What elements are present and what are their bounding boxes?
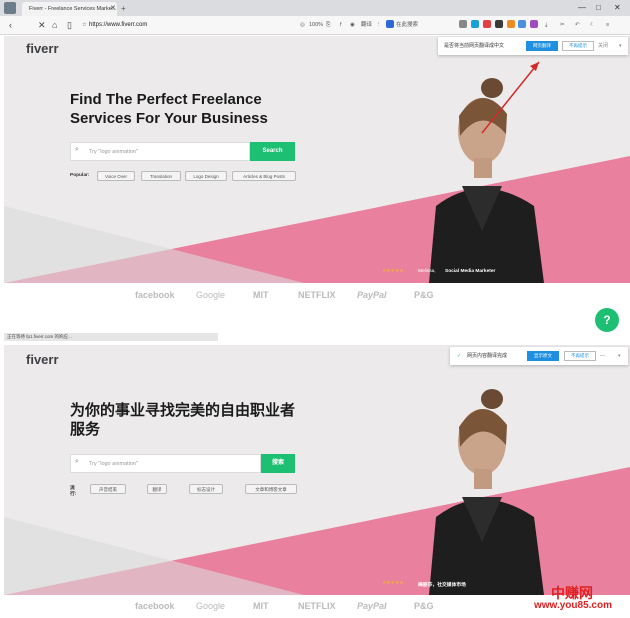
ext-translate-icon[interactable] bbox=[518, 20, 526, 28]
watermark-url: www.you85.com bbox=[534, 600, 612, 611]
translate-done-text: 网页内容翻译完成 bbox=[467, 353, 508, 359]
fiverr-logo[interactable]: fiverr bbox=[26, 352, 59, 367]
download-icon[interactable]: ⤓ bbox=[545, 19, 547, 31]
page-english: fiverr 是否将当前网页翻译成中文 网页翻译 不再提示 关闭 ▾ Find … bbox=[4, 36, 630, 283]
never-translate-button[interactable]: 不再提示 bbox=[564, 351, 596, 361]
ext-orange-icon[interactable] bbox=[507, 20, 515, 28]
translate-done-popup: ✓ 网页内容翻译完成 显示原文 不再提示 — ▾ bbox=[450, 347, 628, 365]
brand-mit: MIT bbox=[253, 290, 269, 300]
minimize-button[interactable]: — bbox=[578, 2, 586, 14]
tag-voice-over[interactable]: 声音结束 bbox=[90, 484, 126, 494]
caption-name-role: 梅丽莎，社交媒体市场 bbox=[418, 583, 466, 588]
ext-purple-icon[interactable] bbox=[530, 20, 538, 28]
brand-pg: P&G bbox=[414, 601, 434, 611]
new-tab-button[interactable]: + bbox=[121, 2, 126, 16]
dropdown-icon[interactable]: ▾ bbox=[618, 350, 621, 362]
star-icon[interactable]: ☆ bbox=[82, 19, 87, 31]
show-original-button[interactable]: 显示原文 bbox=[527, 351, 559, 361]
maximize-button[interactable]: □ bbox=[596, 2, 601, 14]
popup-close-icon[interactable]: — bbox=[600, 350, 605, 362]
brand-netflix: NETFLIX bbox=[298, 601, 336, 611]
rating-stars: ★★★★★ bbox=[382, 581, 404, 586]
toolbar-search-box[interactable]: 在此搜索 bbox=[396, 19, 418, 31]
undo-icon[interactable]: ↶ bbox=[575, 19, 580, 31]
popular-label: 流行: bbox=[70, 486, 77, 497]
ext-dark-icon[interactable] bbox=[495, 20, 503, 28]
page-chinese: fiverr ✓ 网页内容翻译完成 显示原文 不再提示 — ▾ 为你的事业寻找完… bbox=[4, 345, 630, 595]
brand-netflix: NETFLIX bbox=[298, 290, 336, 300]
extension-icon[interactable]: ⋮ bbox=[376, 19, 382, 31]
help-chat-button[interactable]: ? bbox=[595, 308, 619, 332]
hero-title-line-1: 为你的事业寻找完美的自由职业者 bbox=[70, 402, 296, 419]
search-button[interactable]: 搜索 bbox=[261, 454, 295, 473]
brand-mit: MIT bbox=[253, 601, 269, 611]
brand-google: Google bbox=[196, 601, 226, 611]
security-icon[interactable]: ◎ bbox=[300, 19, 305, 31]
night-mode-icon[interactable]: ☾ bbox=[590, 19, 595, 31]
weibo-icon[interactable]: ◉ bbox=[350, 19, 355, 31]
reader-icon[interactable]: ▯ bbox=[67, 17, 72, 33]
brand-pg: P&G bbox=[414, 290, 434, 300]
brand-google: Google bbox=[196, 290, 226, 300]
close-window-button[interactable]: ✕ bbox=[614, 2, 621, 14]
menu-icon[interactable]: ≡ bbox=[606, 19, 609, 31]
checkmark-icon: ✓ bbox=[457, 353, 462, 359]
red-arrow bbox=[481, 61, 540, 134]
browser-logo-icon bbox=[4, 2, 16, 14]
browser-tab[interactable]: Fiverr - Freelance Services Marke... bbox=[22, 2, 117, 16]
translate-toolbar-label[interactable]: 翻译 bbox=[361, 19, 372, 31]
user-icon[interactable] bbox=[459, 20, 467, 28]
tag-articles-blog[interactable]: 文章和博客文章 bbox=[245, 484, 297, 494]
tab-close-icon[interactable]: ✕ bbox=[110, 2, 116, 16]
hero-title-line-2: 服务 bbox=[70, 421, 101, 438]
status-bar: 正在等待 fp1.fiverr.com 的响应... bbox=[4, 333, 218, 341]
zoom-level[interactable]: 100% bbox=[309, 19, 323, 31]
cut-icon[interactable]: ✂ bbox=[560, 19, 565, 31]
brand-paypal: PayPal bbox=[357, 601, 387, 611]
brand-facebook: facebook bbox=[135, 290, 175, 300]
search-icon: ⌕ bbox=[75, 458, 79, 465]
brand-paypal: PayPal bbox=[357, 290, 387, 300]
share-icon[interactable]: ⎘ bbox=[326, 19, 330, 31]
facebook-icon[interactable]: f bbox=[340, 19, 342, 31]
home-icon[interactable]: ⌂ bbox=[52, 17, 57, 33]
ext-blue-icon[interactable] bbox=[471, 20, 479, 28]
back-icon[interactable]: ‹ bbox=[9, 17, 12, 33]
brand-facebook: facebook bbox=[135, 601, 175, 611]
search-input[interactable]: Try "logo animation" bbox=[70, 454, 261, 473]
tag-logo-design[interactable]: 标志设计 bbox=[189, 484, 223, 494]
ext-red-icon[interactable] bbox=[483, 20, 491, 28]
search-engine-icon[interactable] bbox=[386, 20, 394, 28]
stop-icon[interactable]: ✕ bbox=[38, 17, 46, 33]
tag-translation[interactable]: 翻译 bbox=[147, 484, 167, 494]
